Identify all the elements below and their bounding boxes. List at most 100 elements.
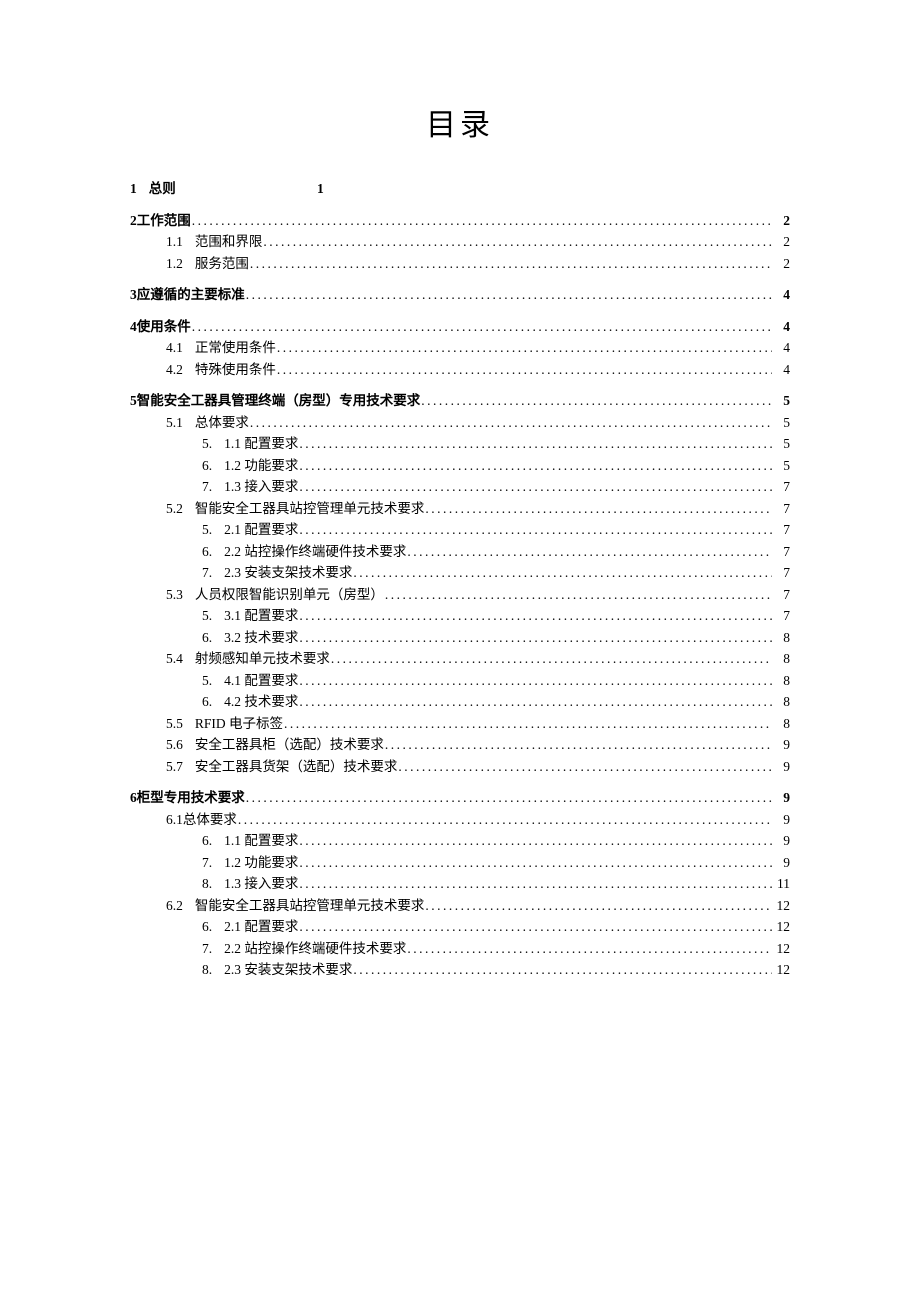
toc-leader [420, 394, 772, 408]
toc-page: 12 [772, 899, 790, 913]
toc-number: 5.1 [166, 416, 183, 430]
toc-leader [191, 320, 772, 334]
toc-text: 2.1 配置要求 [224, 920, 298, 934]
toc-entry: 6.1.1 配置要求 9 [130, 834, 790, 848]
toc-text: 柜型专用技术要求 [137, 791, 245, 805]
toc-entry: 1总则1 [130, 182, 790, 196]
toc-leader [298, 459, 772, 473]
toc-entry: 5. 4.1 配置要求 8 [130, 674, 790, 688]
toc-text: 安全工器具货架（选配）技术要求 [195, 760, 398, 774]
toc-leader [424, 899, 772, 913]
toc-leader [276, 363, 772, 377]
toc-page: 7 [772, 566, 790, 580]
toc-leader [298, 877, 772, 891]
toc-entry: 6.2.2 站控操作终端硬件技术要求 7 [130, 545, 790, 559]
toc-number: 6. [202, 545, 212, 559]
toc-leader [298, 631, 772, 645]
toc-number: 5.5 [166, 717, 183, 731]
toc-page: 7 [772, 502, 790, 516]
toc-page: 4 [772, 363, 790, 377]
toc-text: 人员权限智能识别单元（房型） [195, 588, 384, 602]
toc-text: 应遵循的主要标准 [137, 288, 245, 302]
toc-text: 4.1 配置要求 [224, 674, 298, 688]
toc-number: 7. [202, 480, 212, 494]
toc-entry: 6.2.1 配置要求 12 [130, 920, 790, 934]
toc-number: 6 [130, 791, 137, 805]
toc-page: 12 [772, 963, 790, 977]
toc-text: 2.3 安装支架技术要求 [224, 566, 352, 580]
toc-page: 8 [772, 631, 790, 645]
toc-entry: 5.7安全工器具货架（选配）技术要求9 [130, 760, 790, 774]
toc-text: 范围和界限 [195, 235, 263, 249]
toc-leader [249, 416, 772, 430]
toc-entry: 2工作范围2 [130, 214, 790, 228]
toc-number: 4.2 [166, 363, 183, 377]
toc-page: 5 [772, 459, 790, 473]
toc-text: 3.1 配置要求 [224, 609, 298, 623]
toc-entry: 5智能安全工器具管理终端（房型）专用技术要求5 [130, 394, 790, 408]
toc-page: 2 [772, 257, 790, 271]
toc-page: 9 [772, 834, 790, 848]
toc-leader [424, 502, 772, 516]
toc-leader [249, 257, 772, 271]
toc-text: 2.3 安装支架技术要求 [224, 963, 352, 977]
toc-text: 正常使用条件 [195, 341, 276, 355]
toc-page: 2 [772, 235, 790, 249]
toc-text: 2.2 站控操作终端硬件技术要求 [224, 545, 406, 559]
toc-entry: 6.3.2 技术要求 8 [130, 631, 790, 645]
toc-text: 智能安全工器具站控管理单元技术要求 [195, 899, 425, 913]
toc-page: 7 [772, 609, 790, 623]
toc-number: 3 [130, 288, 137, 302]
toc-leader [352, 566, 772, 580]
toc-entry: 8. 2.3 安装支架技术要求 12 [130, 963, 790, 977]
toc-number: 5.6 [166, 738, 183, 752]
toc-text: 工作范围 [137, 214, 191, 228]
toc-text: 总体要求 [195, 416, 249, 430]
toc-entry: 5.6安全工器具柜（选配）技术要求9 [130, 738, 790, 752]
toc-page: 5 [772, 416, 790, 430]
toc-entry: 6.4.2 技术要求 8 [130, 695, 790, 709]
toc-number: 6. [202, 920, 212, 934]
toc-page: 12 [772, 942, 790, 956]
toc-page: 8 [772, 674, 790, 688]
page-title: 目录 [130, 100, 790, 144]
toc-entry: 1.1范围和界限2 [130, 235, 790, 249]
toc-leader [397, 760, 772, 774]
toc-page: 9 [772, 856, 790, 870]
toc-entry: 7.2.2 站控操作终端硬件技术要求 12 [130, 942, 790, 956]
toc-leader [298, 480, 772, 494]
toc-leader [245, 791, 772, 805]
toc-page: 2 [772, 214, 790, 228]
toc-number: 7. [202, 942, 212, 956]
toc-page: 9 [772, 813, 790, 827]
toc-leader [298, 856, 772, 870]
toc-text: 1.1 配置要求 [224, 834, 298, 848]
toc-page: 9 [772, 791, 790, 805]
toc-entry: 5.5RFID 电子标签 8 [130, 717, 790, 731]
toc-page: 4 [772, 341, 790, 355]
toc-number: 4 [130, 320, 137, 334]
toc-number: 5. [202, 609, 212, 623]
toc-text: 1.3 接入要求 [224, 480, 298, 494]
toc-number: 6. [202, 695, 212, 709]
toc-number: 2 [130, 214, 137, 228]
toc-page: 5 [772, 394, 790, 408]
toc-page: 11 [772, 877, 790, 891]
toc-number: 5.7 [166, 760, 183, 774]
toc-entry: 6.1总体要求9 [130, 813, 790, 827]
toc-text: 1.3 接入要求 [224, 877, 298, 891]
toc-number: 8. [202, 963, 212, 977]
toc-text: 使用条件 [137, 320, 191, 334]
toc-text: 安全工器具柜（选配）技术要求 [195, 738, 384, 752]
toc-number: 6.1 [166, 813, 183, 827]
toc-entry: 8.1.3 接入要求 11 [130, 877, 790, 891]
toc-entry: 7.1.3 接入要求 7 [130, 480, 790, 494]
toc-leader [245, 288, 772, 302]
toc-entry: 5. 3.1 配置要求 7 [130, 609, 790, 623]
toc-text: 射频感知单元技术要求 [195, 652, 330, 666]
toc-page: 7 [772, 588, 790, 602]
toc-entry: 5.1.1 配置要求 5 [130, 437, 790, 451]
toc-page: 4 [772, 288, 790, 302]
toc-number: 5. [202, 674, 212, 688]
toc-entry: 5.1 总体要求 5 [130, 416, 790, 430]
